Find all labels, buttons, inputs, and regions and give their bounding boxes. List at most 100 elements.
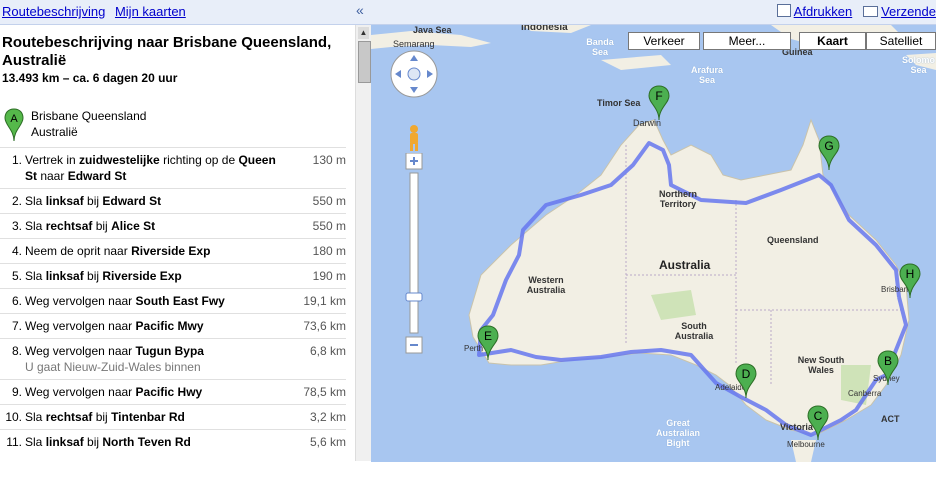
label-act: ACT (881, 414, 900, 424)
map-type-satellite-button[interactable]: Satelliet (866, 32, 936, 50)
step-text: Sla linksaf bij North Teven Rd (25, 434, 276, 450)
step-text: Weg vervolgen naar South East Fwy (25, 293, 276, 309)
route-marker-icon[interactable]: G (818, 135, 840, 171)
step-distance: 3,2 km (309, 410, 346, 424)
route-marker-icon[interactable]: B (877, 350, 899, 386)
direction-step[interactable]: 5. Sla linksaf bij Riverside Exp 190 m (0, 263, 346, 288)
route-marker-icon[interactable]: H (899, 263, 921, 299)
zoom-control[interactable] (404, 153, 424, 357)
step-bold-part: Pacific Mwy (135, 319, 204, 333)
direction-step[interactable]: 1. Vertrek in zuidwestelijke richting op … (0, 147, 346, 188)
step-distance: 180 m (312, 244, 346, 258)
direction-step[interactable]: 8. Weg vervolgen naar Tugun Bypa U gaat Ni… (0, 338, 346, 379)
map-type-map-button[interactable]: Kaart (799, 32, 866, 50)
route-marker-icon[interactable]: F (648, 85, 670, 121)
step-bold-part: zuidwestelijke (79, 153, 160, 167)
label-south-australia: South Australia (674, 321, 714, 341)
direction-step[interactable]: 2. Sla linksaf bij Edward St 550 m (0, 188, 346, 213)
direction-step[interactable]: 3. Sla rechtsaf bij Alice St 550 m (0, 213, 346, 238)
step-text-part: Sla (25, 219, 46, 233)
step-bold-part: linksaf (45, 269, 84, 283)
step-text-part: Sla (25, 410, 46, 424)
step-bold-part: North Teven Rd (102, 435, 191, 449)
more-button[interactable]: Meer... (703, 32, 791, 50)
step-text: Weg vervolgen naar Tugun Bypa U gaat Nieu… (25, 343, 276, 375)
step-bold-part: Tugun Bypa (135, 344, 204, 358)
label-new-south-wales: New South Wales (797, 355, 845, 375)
zoom-slider-thumb[interactable] (405, 292, 423, 302)
scroll-up-arrow-icon[interactable]: ▲ (358, 27, 369, 39)
step-text-part: Neem de oprit naar (25, 244, 132, 258)
collapse-panel-button[interactable]: « (356, 2, 364, 18)
step-bold-part: Riverside Exp (102, 269, 182, 283)
route-marker-letter: H (906, 267, 915, 281)
step-text-part: richting op de (159, 153, 239, 167)
step-distance: 5,6 km (309, 435, 346, 449)
traffic-button[interactable]: Verkeer (628, 32, 700, 50)
route-title: Routebeschrijving naar Brisbane Queensla… (2, 34, 332, 69)
route-marker-icon[interactable]: C (807, 405, 829, 441)
panel-scrollbar[interactable]: ▲ (355, 25, 371, 461)
step-text-part: Weg vervolgen naar (25, 385, 136, 399)
label-queensland: Queensland (767, 235, 819, 245)
step-text-part: Weg vervolgen naar (25, 344, 136, 358)
print-link[interactable]: Afdrukken (794, 4, 853, 19)
step-bold-part: Alice St (111, 219, 156, 233)
direction-step[interactable]: 9. Weg vervolgen naar Pacific Hwy 78,5 km (0, 379, 346, 404)
direction-step[interactable]: 6. Weg vervolgen naar South East Fwy 19,1 … (0, 288, 346, 313)
my-maps-link[interactable]: Mijn kaarten (115, 4, 186, 19)
step-note: U gaat Nieuw-Zuid-Wales binnen (25, 360, 201, 374)
step-text-part: bij (83, 269, 103, 283)
step-text-part: naar (37, 169, 68, 183)
pan-control[interactable] (389, 49, 439, 99)
step-text: Vertrek in zuidwestelijke richting op de… (25, 152, 276, 184)
timor-island (601, 55, 671, 70)
label-solomon-sea: Solomo Sea (902, 55, 935, 75)
label-banda-sea: Banda Sea (586, 37, 614, 57)
start-location-line2: Australië (31, 125, 78, 139)
route-marker-letter: B (884, 354, 892, 368)
step-text-part: Sla (25, 194, 46, 208)
step-text-part: bij (83, 194, 103, 208)
route-marker-icon[interactable]: E (477, 325, 499, 361)
map-toolbar: Afdrukken Verzende (776, 4, 936, 19)
step-text-part: Sla (25, 435, 46, 449)
zoom-slider-track[interactable] (409, 172, 419, 334)
step-number: 9. (11, 385, 22, 399)
label-australia: Australia (659, 258, 711, 272)
map-area[interactable]: Java Sea Semarang Indonesia Banda Sea Ar… (371, 25, 936, 462)
start-location: Brisbane Queensland Australië (31, 108, 146, 140)
step-number: 1. (11, 153, 22, 167)
route-marker-letter: F (655, 89, 662, 103)
label-canberra: Canberra (848, 389, 882, 398)
route-marker-letter: D (742, 367, 751, 381)
route-summary: 13.493 km – ca. 6 dagen 20 uur (2, 71, 178, 85)
start-marker-icon[interactable]: A (4, 108, 24, 142)
step-bold-part: Pacific Hwy (135, 385, 203, 399)
send-link[interactable]: Verzende (881, 4, 936, 19)
directions-link[interactable]: Routebeschrijving (2, 4, 105, 19)
step-bold-part: Riverside Exp (131, 244, 211, 258)
direction-step[interactable]: 7. Weg vervolgen naar Pacific Mwy 73,6 km (0, 313, 346, 338)
hand-icon[interactable] (407, 67, 421, 81)
step-number: 5. (11, 269, 22, 283)
label-melbourne: Melbourne (787, 440, 825, 449)
direction-step[interactable]: 4. Neem de oprit naar Riverside Exp 180 m (0, 238, 346, 263)
step-bold-part: Edward St (102, 194, 162, 208)
scroll-thumb[interactable] (358, 41, 371, 83)
print-icon (776, 4, 791, 17)
step-bold-part: rechtsaf (45, 219, 93, 233)
step-bold-part: linksaf (45, 194, 84, 208)
route-marker-icon[interactable]: D (735, 363, 757, 399)
step-text: Sla linksaf bij Riverside Exp (25, 268, 276, 284)
step-number: 10. (5, 410, 22, 424)
direction-step[interactable]: 11. Sla linksaf bij North Teven Rd 5,6 km (0, 429, 346, 454)
page-footer-space (0, 462, 936, 495)
start-location-line1: Brisbane Queensland (31, 109, 147, 123)
step-distance: 130 m (312, 153, 346, 167)
pegman-icon[interactable] (404, 123, 424, 153)
step-bold-part: rechtsaf (45, 410, 93, 424)
step-text: Sla rechtsaf bij Alice St (25, 218, 276, 234)
step-text: Sla linksaf bij Edward St (25, 193, 276, 209)
direction-step[interactable]: 10. Sla rechtsaf bij Tintenbar Rd 3,2 km (0, 404, 346, 429)
